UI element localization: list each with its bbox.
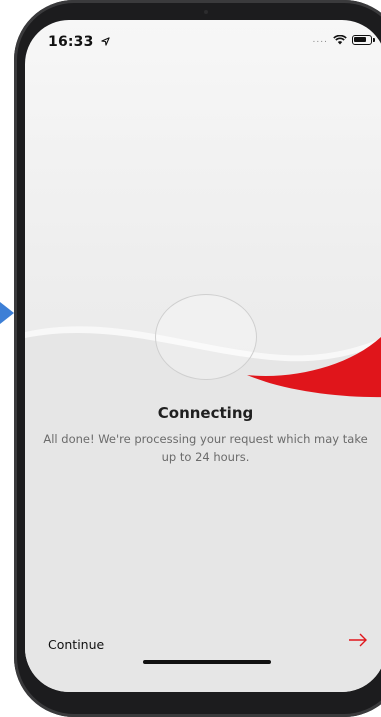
arrow-right-icon[interactable]: [346, 628, 370, 652]
loading-circle: [155, 294, 257, 380]
home-indicator[interactable]: [143, 660, 271, 664]
page: 16:33 .... Connecting All done! We're pr…: [0, 0, 381, 717]
battery-icon: [352, 35, 375, 45]
status-time: 16:33: [48, 34, 110, 50]
wifi-icon: [333, 35, 347, 45]
battery-fill: [354, 37, 366, 42]
status-bar: 16:33 ....: [25, 20, 381, 60]
location-arrow-icon: [101, 37, 110, 46]
continue-button[interactable]: Continue: [48, 637, 104, 652]
status-time-text: 16:33: [48, 34, 94, 50]
status-message: All done! We're processing your request …: [43, 432, 368, 464]
signal-dots: ....: [312, 35, 328, 45]
connecting-title: Connecting: [157, 404, 254, 422]
front-camera: [204, 10, 208, 14]
app-screen: 16:33 .... Connecting All done! We're pr…: [25, 20, 381, 692]
blue-pointer-arrow: [0, 302, 14, 324]
status-icons: ....: [312, 35, 375, 45]
